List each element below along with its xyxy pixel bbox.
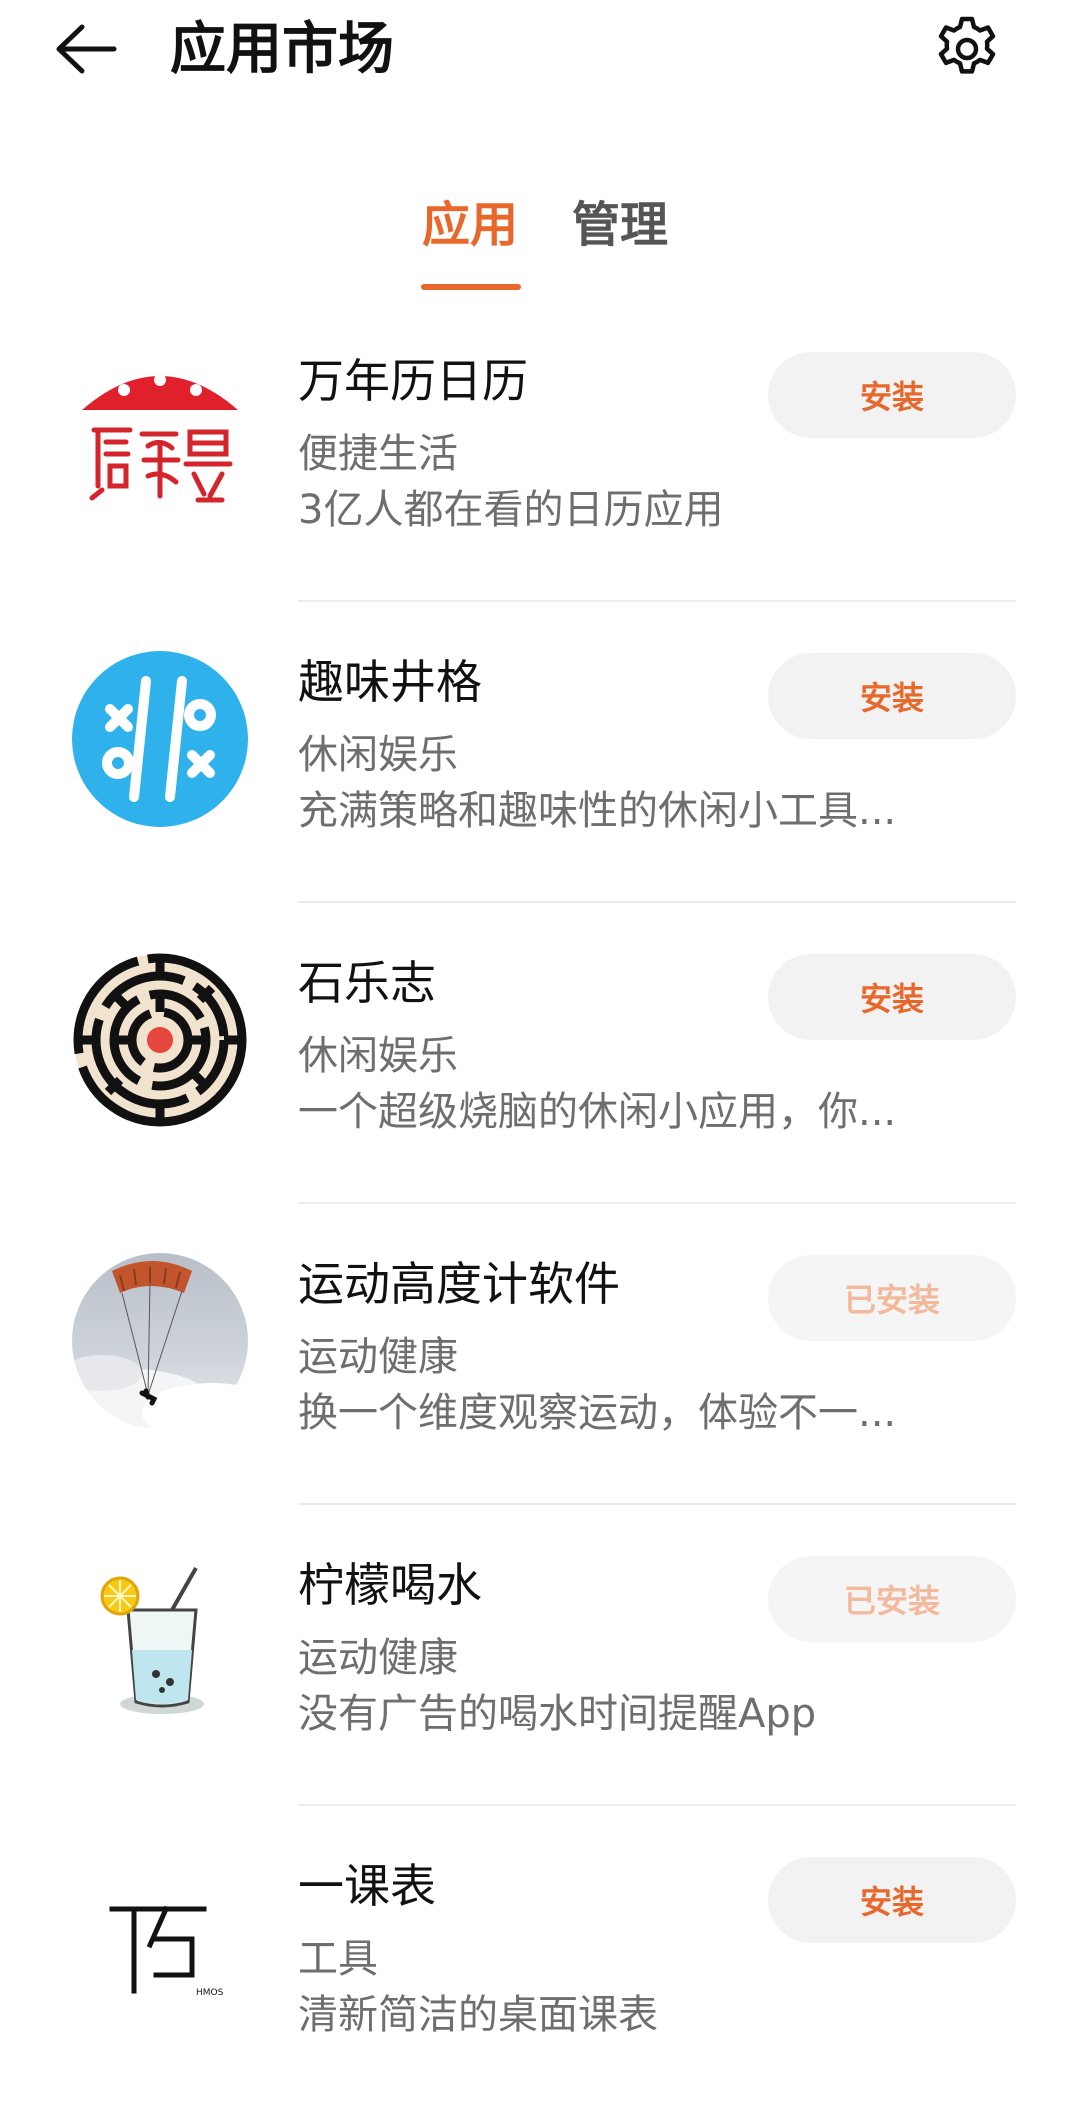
app-category: 休闲娱乐: [298, 732, 458, 778]
app-category: 便捷生活: [298, 431, 458, 477]
app-description: 充满策略和趣味性的休闲小工具...: [298, 788, 897, 834]
hmos-text: HMOS: [196, 1988, 224, 1998]
install-button[interactable]: 安装: [768, 352, 1016, 438]
back-button[interactable]: [46, 14, 126, 84]
app-category: 运动健康: [298, 1635, 458, 1681]
app-description: 没有广告的喝水时间提醒App: [298, 1691, 817, 1737]
list-item[interactable]: 万年历日历 便捷生活 3亿人都在看的日历应用 安装: [0, 300, 1080, 602]
app-name: 石乐志: [298, 956, 436, 1010]
tab-bar: 应用 管理: [0, 190, 1080, 300]
app-name: 运动高度计软件: [298, 1257, 620, 1311]
lemon-water-glass-icon: [72, 1554, 248, 1730]
app-name: 柠檬喝水: [298, 1558, 482, 1612]
list-item[interactable]: 石乐志 休闲娱乐 一个超级烧脑的休闲小应用，你... 安装: [0, 902, 1080, 1204]
install-button[interactable]: 安装: [768, 1857, 1016, 1943]
tab-manage[interactable]: 管理: [572, 190, 668, 260]
app-description: 换一个维度观察运动，体验不一...: [298, 1390, 897, 1436]
app-description: 一个超级烧脑的休闲小应用，你...: [298, 1089, 897, 1135]
tab-apps[interactable]: 应用: [422, 190, 518, 260]
maze-icon: [72, 952, 248, 1128]
calendar-seal-icon: [72, 350, 248, 526]
arrow-left-icon: [56, 24, 117, 74]
app-category: 运动健康: [298, 1334, 458, 1380]
app-category: 休闲娱乐: [298, 1033, 458, 1079]
installed-button[interactable]: 已安装: [768, 1255, 1016, 1341]
gear-icon: [938, 16, 996, 74]
install-button[interactable]: 安装: [768, 653, 1016, 739]
app-category: 工具: [298, 1936, 378, 1982]
app-name: 一课表: [298, 1859, 436, 1913]
list-item[interactable]: 柠檬喝水 运动健康 没有广告的喝水时间提醒App 已安装: [0, 1504, 1080, 1806]
app-bar: 应用市场: [0, 0, 1080, 110]
list-item[interactable]: 运动高度计软件 运动健康 换一个维度观察运动，体验不一... 已安装: [0, 1203, 1080, 1505]
page-title: 应用市场: [170, 17, 394, 82]
paraglider-icon: [72, 1253, 248, 1429]
course-table-logo-icon: HMOS: [72, 1855, 248, 2031]
active-tab-indicator: [421, 284, 521, 290]
install-button[interactable]: 安装: [768, 954, 1016, 1040]
tic-tac-toe-icon: [72, 651, 248, 827]
app-name: 趣味井格: [298, 655, 482, 709]
settings-button[interactable]: [930, 12, 1004, 86]
list-item[interactable]: 趣味井格 休闲娱乐 充满策略和趣味性的休闲小工具... 安装: [0, 601, 1080, 903]
app-name: 万年历日历: [298, 354, 528, 408]
app-description: 3亿人都在看的日历应用: [298, 487, 724, 533]
installed-button[interactable]: 已安装: [768, 1556, 1016, 1642]
list-item[interactable]: HMOS 一课表 工具 清新简洁的桌面课表 安装: [0, 1805, 1080, 2106]
app-description: 清新简洁的桌面课表: [298, 1992, 658, 2038]
